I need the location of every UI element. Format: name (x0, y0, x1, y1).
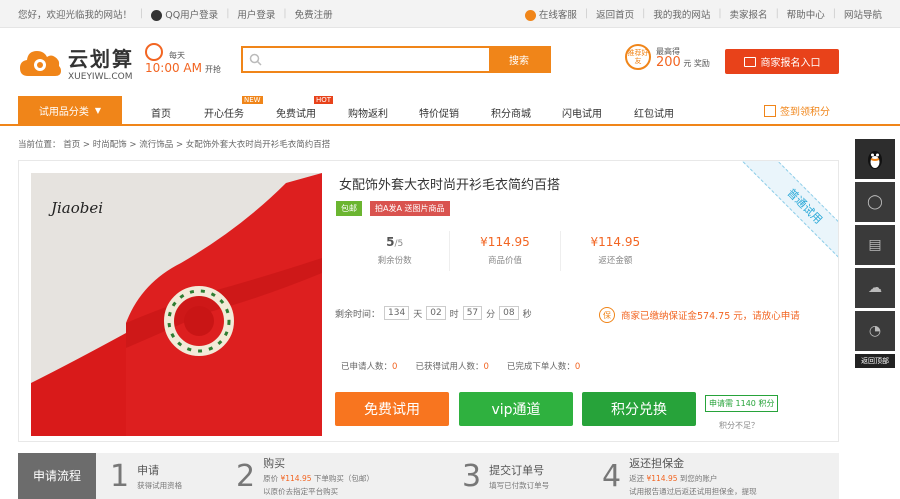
participant-counts: 已申请人数：0 已获得试用人数：0 已完成下单人数：0 (341, 360, 580, 372)
back-to-top-button[interactable]: 返回顶部 (855, 354, 895, 368)
shipping-tag: 包邮 (336, 201, 362, 216)
sign-in-link[interactable]: 签到领积分 (764, 103, 830, 118)
breadcrumb: 当前位置： 首页 > 时尚配饰 > 流行饰品 > 女配饰外套大衣时尚开衫毛衣简约… (18, 140, 331, 150)
search-input[interactable] (243, 48, 489, 71)
main-nav: 试用品分类 ▼ 首页 开心任务 NEW 免费试用 HOT 购物返利 特价促销 积分商… (0, 96, 900, 126)
flow-step-3: 3 提交订单号 填写已付款订单号 (462, 458, 550, 494)
back-home-link[interactable]: 返回首页 (596, 7, 634, 21)
nav-item-tasks[interactable]: 开心任务 NEW (204, 96, 263, 120)
nav-item-rebate[interactable]: 购物返利 (348, 105, 388, 120)
edit-icon (764, 104, 776, 117)
qq-login-link[interactable]: QQ用户登录 (151, 7, 218, 21)
invite-amount: 200 (656, 54, 681, 70)
online-service-link[interactable]: 在线客服 (524, 7, 577, 21)
nav-item-free-trial[interactable]: 免费试用 HOT (276, 96, 334, 120)
countdown-days: 134 (384, 306, 410, 320)
new-badge: NEW (242, 96, 263, 104)
product-panel: Jiaobei 女配饰外套大衣时尚开衫毛衣简约百搭 包邮 拍A发A 送图片商品 … (18, 160, 839, 442)
nav-item-home[interactable]: 首页 (151, 105, 171, 120)
guarantee-icon: 保 (599, 307, 615, 323)
hot-badge: HOT (314, 96, 334, 104)
points-required: 申请需 1140 积分 (705, 395, 779, 412)
countdown-minutes: 57 (462, 306, 483, 320)
user-login-link[interactable]: 用户登录 (237, 7, 275, 21)
user-center-button[interactable]: ◯ (855, 182, 895, 222)
flow-step-2: 2 购买 原价 ¥114.95 下单购买（包邮） 以原价去指定平台购买 (236, 457, 374, 496)
merchant-entry-button[interactable]: 商家报名入口 (725, 49, 839, 74)
clock-icon (145, 43, 163, 61)
merchant-icon (743, 56, 756, 67)
guarantee-notice: 保 商家已缴纳保证金574.75 元，请放心申请 (599, 307, 800, 323)
product-title: 女配饰外套大衣时尚开衫毛衣简约百搭 (339, 178, 561, 193)
countdown-hours: 02 (426, 306, 446, 320)
service-avatar-icon (524, 9, 536, 21)
clock-label: 每天 (169, 50, 185, 60)
clock-time: 10:00 AM (145, 61, 202, 75)
stat-remaining: 5/5 剩余份数 (340, 231, 451, 271)
message-button[interactable]: ◔ (855, 311, 895, 351)
trial-ribbon: 普通试用 (733, 161, 838, 266)
cloud-download-icon: ☁ (868, 280, 882, 296)
qq-chat-button[interactable] (855, 139, 895, 179)
countdown-seconds: 08 (499, 306, 519, 320)
box-icon: ▤ (868, 237, 882, 253)
vip-channel-button[interactable]: vip通道 (459, 392, 573, 426)
flow-step-4: 4 返还担保金 返还 ¥114.95 到您的账户 试用报告通过后返还试用担保金，… (602, 457, 757, 496)
download-button[interactable]: ☁ (855, 268, 895, 308)
chat-bubble-icon: ◔ (868, 323, 882, 339)
free-trial-button[interactable]: 免费试用 (335, 392, 449, 426)
clock-suffix: 开抢 (204, 65, 221, 74)
cart-button[interactable]: ▤ (855, 225, 895, 265)
search-button[interactable]: 搜索 (489, 48, 549, 71)
invite-badge: 推荐好友 (625, 44, 651, 70)
nav-item-redpacket-trial[interactable]: 红包试用 (634, 105, 674, 120)
nav-item-flash-trial[interactable]: 闪电试用 (562, 105, 602, 120)
register-link[interactable]: 免费注册 (295, 7, 333, 21)
top-bar: 您好，欢迎光临我的网站！ | QQ用户登录 | 用户登录 | 免费注册 在线客服… (0, 0, 900, 28)
product-photo[interactable]: Jiaobei (31, 173, 322, 436)
done-count: 已完成下单人数：0 (506, 362, 581, 372)
qq-icon (151, 9, 163, 21)
chevron-down-icon: ▼ (94, 105, 102, 115)
applied-count: 已申请人数：0 (341, 362, 398, 372)
site-nav-link[interactable]: 网站导航 (844, 7, 882, 21)
nav-item-promo[interactable]: 特价促销 (419, 105, 459, 120)
product-stats: 5/5 剩余份数 ¥114.95 商品价值 ¥114.95 返还金额 (340, 231, 670, 271)
stat-price: ¥114.95 商品价值 (450, 231, 561, 271)
right-sidebar: ◯ ▤ ☁ ◔ 返回顶部 (855, 139, 895, 368)
red-dress-brooch-image: Jiaobei (31, 173, 322, 436)
logo[interactable]: 云划算 XUEYIWL.COM (18, 43, 134, 82)
points-low-link[interactable]: 积分不足？ (719, 420, 759, 431)
invite-friends[interactable]: 推荐好友 最高得 200 元 奖励 (625, 44, 710, 70)
category-dropdown[interactable]: 试用品分类 ▼ (18, 96, 122, 124)
countdown: 剩余时间： 134 天 02 时 57 分 08 秒 (335, 306, 532, 320)
apply-flow: 申请流程 1 申请 获得试用资格 2 购买 原价 ¥114.95 下单购买（包邮）… (18, 453, 839, 499)
photo-brand: Jiaobei (48, 199, 103, 217)
search-bar: 搜索 (241, 46, 551, 73)
cloud-logo-icon (20, 50, 61, 76)
nav-item-points-mall[interactable]: 积分商城 (491, 105, 531, 120)
flow-step-1: 1 申请 获得试用资格 (110, 458, 183, 494)
flow-heading: 申请流程 (18, 453, 96, 499)
welcome-text: 您好，欢迎光临我的网站！ (18, 9, 133, 21)
daily-clock: 每天 10:00 AM 开抢 (145, 43, 221, 75)
merchant-apply-link[interactable]: 卖家报名 (730, 7, 768, 21)
stat-refund: ¥114.95 返还金额 (590, 235, 641, 266)
logo-text: 云划算 (68, 47, 134, 71)
search-icon (249, 53, 262, 66)
points-exchange-button[interactable]: 积分兑换 (582, 392, 696, 426)
invite-unit: 元 奖励 (683, 58, 710, 68)
my-site-link[interactable]: 我的我的网站 (653, 7, 710, 21)
ribbon-label: 普通试用 (739, 161, 838, 266)
got-count: 已获得试用人数：0 (415, 362, 489, 372)
qq-penguin-icon (868, 151, 882, 169)
user-icon: ◯ (867, 194, 883, 210)
type-tag: 拍A发A 送图片商品 (370, 201, 450, 216)
help-link[interactable]: 帮助中心 (787, 7, 825, 21)
logo-domain: XUEYIWL.COM (68, 72, 133, 82)
